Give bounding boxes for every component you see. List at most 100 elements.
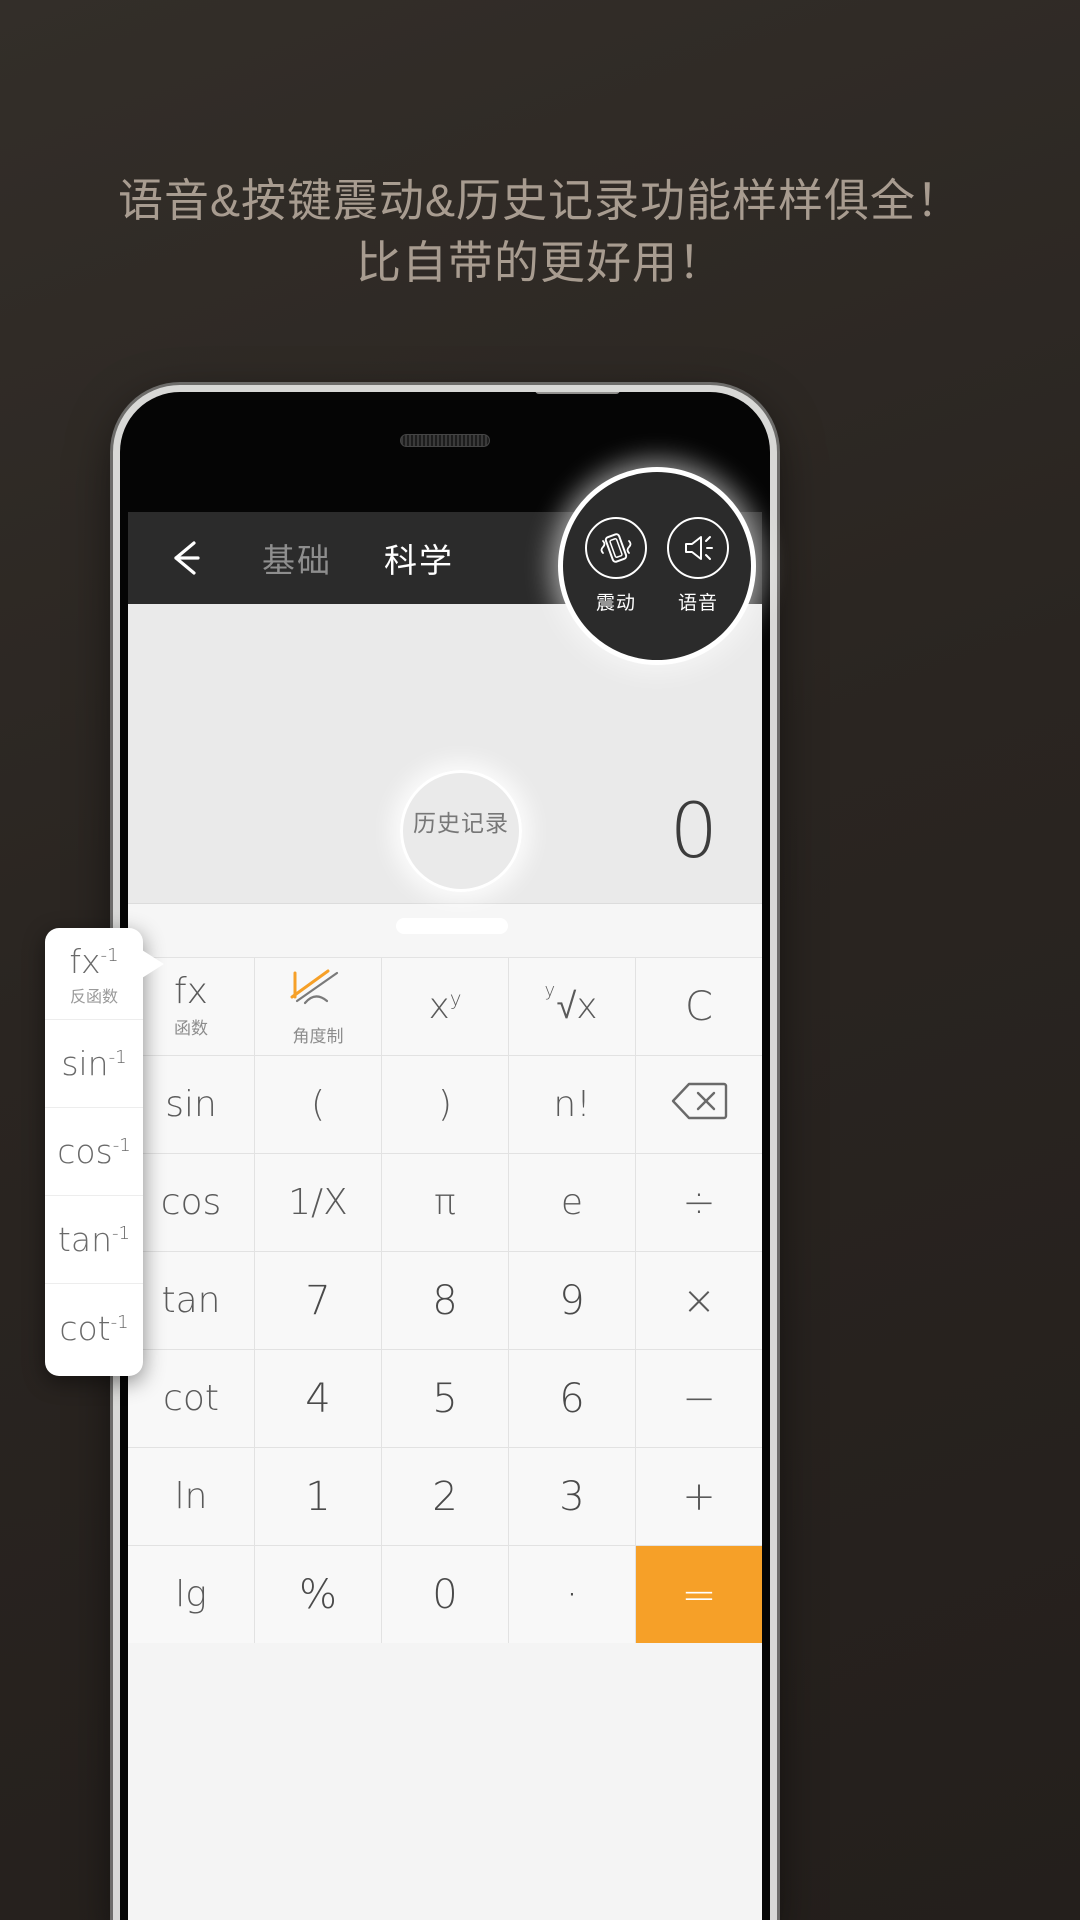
history-handle[interactable]	[396, 918, 508, 934]
key-label: =	[681, 1569, 717, 1619]
key-label: 6	[559, 1375, 585, 1422]
key-sublabel: 角度制	[292, 1026, 344, 1046]
voice-label: 语音	[677, 593, 718, 614]
key-[interactable]: %	[255, 1546, 381, 1643]
display-subbar	[128, 904, 762, 958]
key-label: −	[682, 1375, 716, 1422]
calculator-keypad: fx 函数 角度制 xy y √x Csin () n! cos 1/X π e ÷ tan 7 8 9 × cot 4…	[128, 958, 762, 1643]
key-x[interactable]: xy	[382, 958, 508, 1055]
key-label: 1	[305, 1473, 331, 1520]
key-label: ln	[174, 1475, 208, 1517]
back-arrow-icon[interactable]	[164, 535, 210, 581]
key-C[interactable]: C	[636, 958, 762, 1055]
promo-screenshot: 语音&按键震动&历史记录功能样样俱全！ 比自带的更好用！ 基础 科学 0 fx …	[0, 0, 1080, 1920]
vibrate-icon	[585, 517, 647, 579]
key-7[interactable]: 7	[255, 1252, 381, 1349]
tab-basic[interactable]: 基础	[262, 534, 332, 582]
key-9[interactable]: 9	[509, 1252, 635, 1349]
promo-headline-line1: 语音&按键震动&历史记录功能样样俱全！	[117, 175, 963, 226]
key-label: 7	[305, 1277, 331, 1324]
key-sin[interactable]: sin	[128, 1056, 254, 1153]
key-[interactable]: −	[636, 1350, 762, 1447]
key-label: 2	[432, 1473, 458, 1520]
promo-headline: 语音&按键震动&历史记录功能样样俱全！ 比自带的更好用！	[0, 170, 1080, 294]
key-2[interactable]: 2	[382, 1448, 508, 1545]
key-label: e	[560, 1181, 584, 1223]
key-label: C	[685, 983, 713, 1030]
key-label	[670, 1080, 728, 1129]
key-label: 1/X	[288, 1181, 348, 1223]
tab-scientific[interactable]: 科学	[384, 534, 454, 582]
key-label: xy	[428, 985, 462, 1027]
key-lg[interactable]: lg	[128, 1546, 254, 1643]
key-n[interactable]: n!	[509, 1056, 635, 1153]
key-label: cot	[163, 1377, 219, 1419]
feature-highlight-history[interactable]: 历史记录	[400, 770, 522, 892]
inverse-item-sublabel: 反函数	[69, 988, 118, 1006]
key-label: ×	[682, 1277, 716, 1324]
key-label: y √x	[544, 979, 598, 1027]
key-[interactable]: +	[636, 1448, 762, 1545]
inverse-item-tan[interactable]: tan-1	[45, 1196, 143, 1284]
key-5[interactable]: 5	[382, 1350, 508, 1447]
inverse-item-label: cot-1	[59, 1308, 129, 1348]
key-backspaceicon[interactable]	[636, 1056, 762, 1153]
key-label: sin	[165, 1083, 217, 1125]
key-label: π	[434, 1181, 456, 1223]
key-[interactable]: (	[255, 1056, 381, 1153]
key-[interactable]: ×	[636, 1252, 762, 1349]
key-label: 0	[432, 1571, 458, 1618]
key-label: tan	[161, 1279, 221, 1321]
vibrate-label: 震动	[595, 593, 636, 614]
key-x[interactable]: y √x	[509, 958, 635, 1055]
key-label: ÷	[682, 1179, 716, 1226]
key-3[interactable]: 3	[509, 1448, 635, 1545]
inverse-item-label: tan-1	[57, 1220, 131, 1259]
inverse-item-cos[interactable]: cos-1	[45, 1108, 143, 1196]
key-label: fx	[174, 971, 208, 1012]
key-ln[interactable]: ln	[128, 1448, 254, 1545]
inverse-item-label: fx-1	[69, 941, 119, 981]
key-label: )	[437, 1083, 453, 1125]
inverse-item-label: sin-1	[61, 1044, 127, 1083]
inverse-item-sin[interactable]: sin-1	[45, 1020, 143, 1108]
key-[interactable]: ·	[509, 1546, 635, 1643]
key-label: 4	[305, 1375, 331, 1422]
key-label	[287, 967, 349, 1018]
inverse-item-cot[interactable]: cot-1	[45, 1284, 143, 1372]
key-label: +	[682, 1473, 716, 1520]
inverse-item-fx[interactable]: fx-1 反函数	[45, 932, 143, 1020]
key-[interactable]: ÷	[636, 1154, 762, 1251]
vibrate-button[interactable]: 震动	[585, 517, 647, 615]
phone-screen: 基础 科学 0 fx 函数 角度制 xy y √x Csin () n! cos 1/X π e ÷ tan…	[128, 512, 762, 1920]
key-4[interactable]: 4	[255, 1350, 381, 1447]
feature-highlight-toolbar-actions: 震动 语音	[563, 472, 751, 660]
key-8[interactable]: 8	[382, 1252, 508, 1349]
key-1[interactable]: 1	[255, 1448, 381, 1545]
key-tan[interactable]: tan	[128, 1252, 254, 1349]
inverse-item-label: cos-1	[57, 1132, 131, 1171]
phone-power-button	[535, 392, 620, 394]
key-label: ·	[565, 1571, 579, 1618]
key-cos[interactable]: cos	[128, 1154, 254, 1251]
display-value: 0	[669, 786, 718, 875]
key-0[interactable]: 0	[382, 1546, 508, 1643]
voice-button[interactable]: 语音	[667, 517, 729, 615]
key-[interactable]: =	[636, 1546, 762, 1643]
inverse-function-popup: fx-1 反函数 sin-1 cos-1 tan-1 cot-1	[45, 928, 164, 1376]
key-1X[interactable]: 1/X	[255, 1154, 381, 1251]
key-e[interactable]: e	[509, 1154, 635, 1251]
key-cot[interactable]: cot	[128, 1350, 254, 1447]
promo-headline-line2: 比自带的更好用！	[355, 237, 724, 288]
key-[interactable]: )	[382, 1056, 508, 1153]
key-label: n!	[553, 1083, 591, 1125]
key-label: 3	[559, 1473, 585, 1520]
key-label: %	[298, 1571, 337, 1618]
key-label: 8	[432, 1277, 458, 1324]
key-label: cos	[160, 1181, 222, 1223]
key-sublabel: 函数	[174, 1019, 208, 1038]
key-[interactable]: π	[382, 1154, 508, 1251]
speaker-icon	[667, 517, 729, 579]
key-angleicon[interactable]: 角度制	[255, 958, 381, 1055]
key-6[interactable]: 6	[509, 1350, 635, 1447]
